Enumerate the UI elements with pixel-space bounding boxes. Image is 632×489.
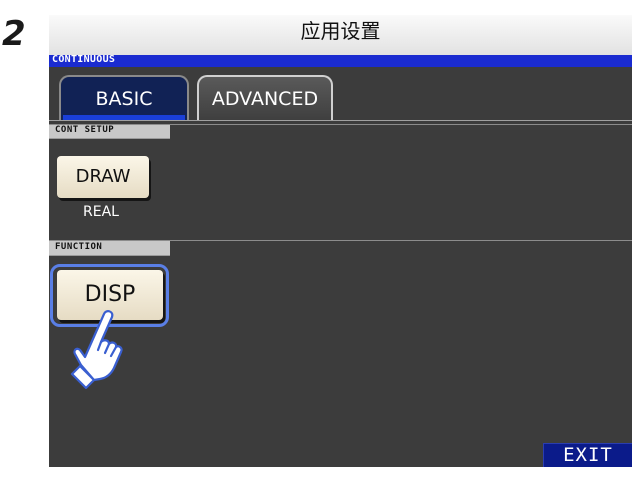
device-screen: 应用设置 CONTINUOUS BASIC ADVANCED CONT SETU…	[49, 15, 632, 467]
draw-value-label: REAL	[83, 204, 119, 220]
tab-basic[interactable]: BASIC	[59, 75, 189, 120]
tab-divider	[49, 120, 632, 121]
cont-setup-section-header: CONT SETUP	[49, 124, 170, 139]
section-divider	[49, 124, 632, 125]
cont-setup-header-label: CONT SETUP	[55, 125, 115, 135]
tab-basic-label: BASIC	[95, 88, 153, 110]
draw-button[interactable]: DRAW	[57, 156, 149, 198]
function-header-label: FUNCTION	[55, 242, 103, 252]
mode-label: CONTINUOUS	[52, 54, 116, 65]
function-section-header: FUNCTION	[49, 241, 170, 256]
tab-advanced-label: ADVANCED	[211, 88, 319, 110]
hand-pointer-icon	[70, 310, 123, 390]
mode-bar: CONTINUOUS	[49, 54, 632, 67]
tab-advanced[interactable]: ADVANCED	[197, 75, 333, 120]
screen-title: 应用设置	[49, 15, 632, 56]
exit-button[interactable]: EXIT	[543, 443, 632, 467]
step-number: 2	[2, 14, 26, 54]
